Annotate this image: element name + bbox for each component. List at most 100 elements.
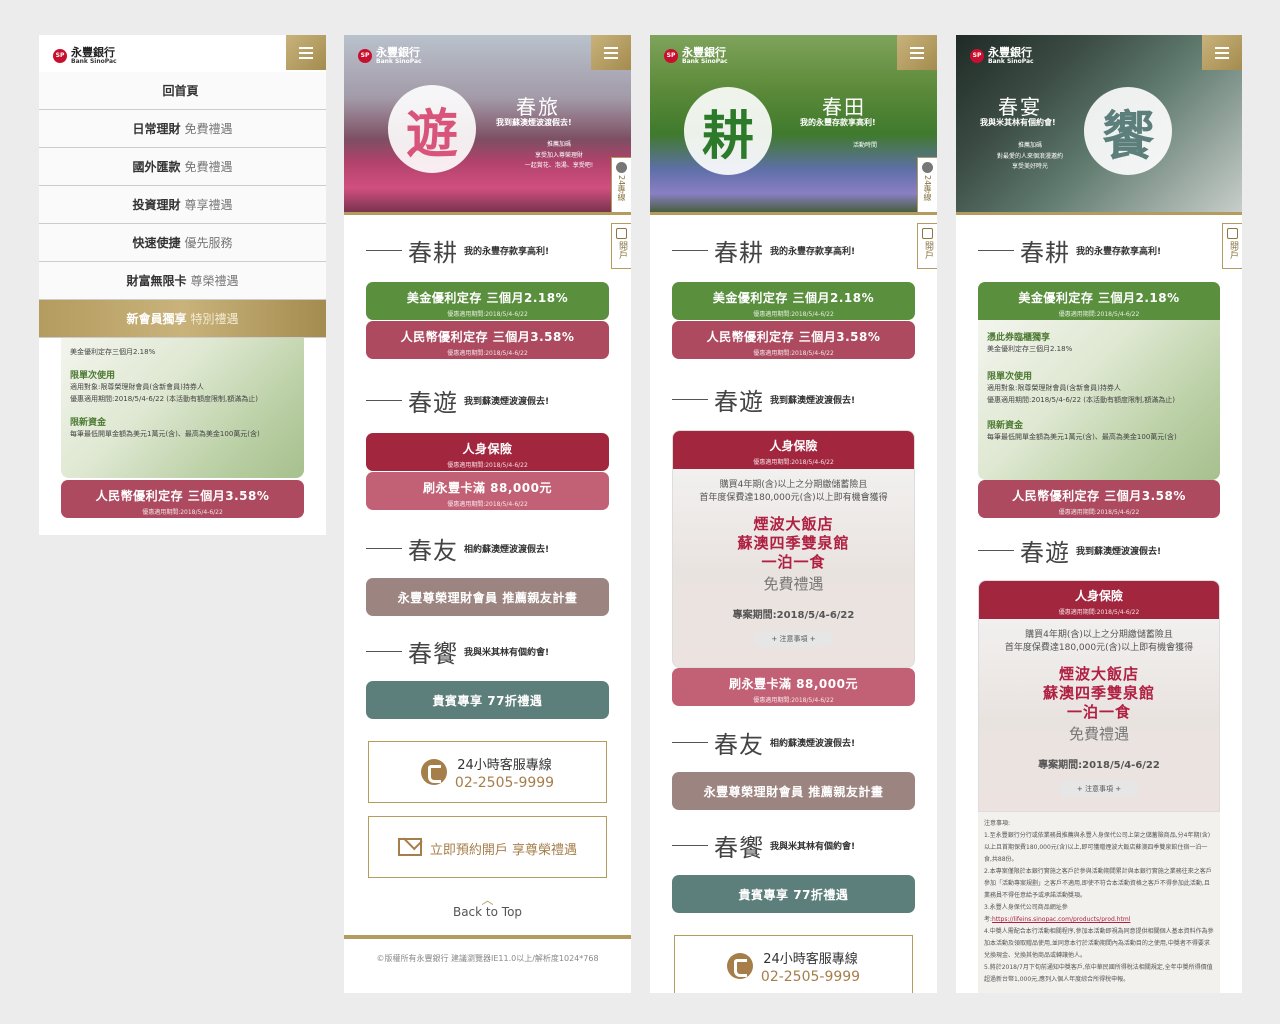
insurance-offer-button[interactable]: 人身保險 優惠適用期間:2018/5/4-6/22 <box>366 433 609 471</box>
section-geng: 春耕 我的永豐存款享高利! <box>978 235 1220 267</box>
logo-mark-icon: SP <box>970 49 984 63</box>
menu-icon[interactable] <box>286 35 326 70</box>
usd-detail-text: 適用對象:限尊榮理財會員(含新會員)持券人 <box>70 383 204 391</box>
member-referral-button[interactable]: 永豐尊榮理財會員 推薦親友計畫 <box>672 772 915 810</box>
open-account-tab[interactable]: 開戶 <box>917 223 937 269</box>
mail-icon <box>922 228 933 239</box>
vip-offer-button[interactable]: 貴賓專享 77折禮遇 <box>672 875 915 913</box>
hotline-tab[interactable]: 24專線 <box>611 157 631 213</box>
card-period: 專案期間:2018/5/4-6/22 <box>1038 760 1160 771</box>
header: SP 永豐銀行 Bank SinoPac <box>344 35 631 70</box>
card-desc: 購買4年期(含)以上之分期繳儲蓄險且 首年度保費達180,000元(含)以上即有… <box>1004 630 1194 653</box>
menu-icon[interactable] <box>1202 35 1242 70</box>
hero-subtitle: 我與米其林有個約會! <box>980 118 1056 127</box>
usd-detail-card: 美金優利定存三個月2.18% 限單次使用 適用對象:限尊榮理財會員(含新會員)持… <box>61 338 304 478</box>
open-account-tab[interactable]: 開戶 <box>611 223 631 269</box>
section-feast: 春饗 我與米其林有個約會! <box>672 830 915 862</box>
open-account-tab[interactable]: 開戶 <box>1222 223 1242 269</box>
rmb-offer-button[interactable]: 人民幣優利定存 三個月3.58% 優惠適用期間:2018/5/4-6/22 <box>366 321 609 359</box>
usd-detail-heading: 憑此券臨櫃獨享 <box>987 333 1051 343</box>
section-you: 春遊 我到蘇澳煙波渡假去! <box>366 385 609 417</box>
hotline-box[interactable]: 24小時客服專線 02-2505-9999 <box>368 741 607 803</box>
hero-title: 春田 <box>822 95 866 119</box>
usd-detail-heading: 限單次使用 <box>70 371 116 381</box>
usd-detail-text: 每筆最低開單金額為美元1萬元(含)、最高為美金100萬元(含) <box>70 430 260 438</box>
rmb-offer-button[interactable]: 人民幣優利定存 三個月3.58% 優惠適用期間:2018/5/4-6/22 <box>978 480 1220 518</box>
usd-detail-text: 每筆最低開單金額為美元1萬元(含)、最高為美金100萬元(含) <box>987 433 1177 441</box>
chevron-up-icon: ︿ <box>481 893 494 907</box>
menu-item-remit[interactable]: 國外匯款 免費禮遇 <box>39 148 326 186</box>
section-you: 春遊 我到蘇澳煙波渡假去! <box>978 535 1220 567</box>
card-highlight: 煙波大飯店 蘇澳四季雙泉館 一泊一食 <box>1042 665 1155 721</box>
hotline-tab[interactable]: 24專線 <box>917 157 937 213</box>
apply-account-box[interactable]: 立即預約開戶 享尊榮禮遇 <box>368 816 607 878</box>
section-geng: 春耕 我的永豐存款享高利! <box>672 235 915 267</box>
usd-detail-text: 美金優利定存三個月2.18% <box>70 348 156 356</box>
menu-item-invest[interactable]: 投資理財 尊享禮遇 <box>39 186 326 224</box>
card-desc: 購買4年期(含)以上之分期繳儲蓄險且 首年度保費達180,000元(含)以上即有… <box>699 480 888 503</box>
section-geng: 春耕 我的永豐存款享高利! <box>366 235 609 267</box>
hero-note-text: 對最愛的人來個浪漫邀約 享受美好時光 <box>996 153 1063 170</box>
hero-note-title: 推薦加碼 <box>1017 142 1042 149</box>
bank-logo[interactable]: SP 永豐銀行 Bank SinoPac <box>358 47 422 65</box>
usd-detail-heading: 限新資金 <box>70 418 107 428</box>
mail-icon <box>616 228 627 239</box>
bank-logo[interactable]: SP 永豐銀行 Bank SinoPac <box>53 47 117 65</box>
hero-note-text: 享受加入尊榮理財 一起賞花、泡湯、享受吧! <box>524 152 594 169</box>
notes-item: 1.至永豐銀行分行或依業務員推薦與永豐人身保代公司上架之儲蓄險商品,分4年期(含… <box>984 832 1211 863</box>
header: SP 永豐銀行 Bank SinoPac <box>956 35 1242 70</box>
phone-spring-travel: 遊 春旅 我到蘇澳煙波渡假去! 推薦加碼 享受加入尊榮理財 一起賞花、泡湯、享受… <box>344 35 631 993</box>
card-free: 免費禮遇 <box>763 575 824 593</box>
notes-panel: 注意事項: 1.至永豐銀行分行或依業務員推薦與永豐人身保代公司上架之儲蓄險商品,… <box>978 812 1220 993</box>
hero-note-title: 推薦加碼 <box>546 141 571 148</box>
card-title: 人身保險 <box>769 439 818 453</box>
hero-note-title: 活動時間 <box>852 142 877 149</box>
usd-detail-text: 美金優利定存三個月2.18% <box>987 345 1073 353</box>
hotline-box[interactable]: 24小時客服專線 02-2505-9999 <box>674 935 913 993</box>
card-offer-button[interactable]: 刷永豐卡滿 88,000元 優惠適用期間:2018/5/4-6/22 <box>672 668 915 706</box>
menu-item-home[interactable]: 回首頁 <box>39 72 326 110</box>
insurance-card[interactable]: 人身保險 優惠適用期間:2018/5/4-6/22 購買4年期(含)以上之分期繳儲… <box>978 580 1220 812</box>
mail-icon <box>397 838 422 856</box>
phone-icon <box>726 953 753 979</box>
notes-link[interactable]: https://lifeins.sinopac.com/products/pro… <box>992 916 1130 923</box>
card-offer-button[interactable]: 刷永豐卡滿 88,000元 優惠適用期間:2018/5/4-6/22 <box>366 472 609 510</box>
hero-title: 春旅 <box>516 95 560 119</box>
phone-icon <box>922 162 933 173</box>
back-to-top[interactable]: ︿ Back to Top <box>344 893 631 919</box>
notes-item: 4.中獎人需配合本行活動相關程序,參加本活動即視為同意提供相關個人基本資料作為參… <box>984 928 1214 959</box>
notes-toggle-button[interactable]: + 注意事項 + <box>753 631 834 647</box>
usd-detail-text: 適用對象:限尊榮理財會員(含新會員)持券人 <box>987 384 1121 392</box>
vip-offer-button[interactable]: 貴賓專享 77折禮遇 <box>366 681 609 719</box>
logo-cn: 永豐銀行 <box>71 46 115 59</box>
bank-logo[interactable]: SP 永豐銀行 Bank SinoPac <box>664 47 728 65</box>
hero-subtitle: 我到蘇澳煙波渡假去! <box>496 118 572 127</box>
menu-item-new-member[interactable]: 新會員獨享 特別禮遇 <box>39 300 326 338</box>
hero-char: 耕 <box>684 87 772 175</box>
notes-title: 注意事項: <box>984 820 1011 827</box>
logo-en: Bank SinoPac <box>71 58 117 65</box>
hero-char: 饗 <box>1084 87 1172 175</box>
section-you: 春遊 我到蘇澳煙波渡假去! <box>672 384 915 416</box>
notes-toggle-button[interactable]: + 注意事項 + <box>1059 781 1139 797</box>
menu-item-daily[interactable]: 日常理財 免費禮遇 <box>39 110 326 148</box>
menu-item-fast[interactable]: 快速使捷 優先服務 <box>39 224 326 262</box>
menu-icon[interactable] <box>591 35 631 70</box>
header: SP 永豐銀行 Bank SinoPac <box>650 35 937 70</box>
menu-icon[interactable] <box>897 35 937 70</box>
bank-logo[interactable]: SP 永豐銀行 Bank SinoPac <box>970 47 1034 65</box>
logo-mark-icon: SP <box>358 49 372 63</box>
section-feast: 春饗 我與米其林有個約會! <box>366 636 609 668</box>
rmb-offer-button[interactable]: 人民幣優利定存 三個月3.58% 優惠適用期間:2018/5/4-6/22 <box>61 480 304 518</box>
member-referral-button[interactable]: 永豐尊榮理財會員 推薦親友計畫 <box>366 578 609 616</box>
rmb-offer-button[interactable]: 人民幣優利定存 三個月3.58% 優惠適用期間:2018/5/4-6/22 <box>672 321 915 359</box>
phone-spring-feast: 饗 春宴 我與米其林有個約會! 推薦加碼 對最愛的人來個浪漫邀約 享受美好時光 … <box>956 35 1242 993</box>
usd-offer-button[interactable]: 美金優利定存 三個月2.18% 優惠適用期間:2018/5/4-6/22 <box>672 282 915 320</box>
insurance-card[interactable]: 人身保險 優惠適用期間:2018/5/4-6/22 購買4年期(含)以上之分期繳儲… <box>672 430 915 668</box>
card-highlight: 煙波大飯店 蘇澳四季雙泉館 一泊一食 <box>737 515 850 571</box>
mail-icon <box>1227 228 1238 239</box>
menu-item-card[interactable]: 財富無限卡 尊榮禮遇 <box>39 262 326 300</box>
logo-mark-icon: SP <box>53 49 67 63</box>
usd-offer-button[interactable]: 美金優利定存 三個月2.18% 優惠適用期間:2018/5/4-6/22 <box>978 282 1220 320</box>
usd-offer-button[interactable]: 美金優利定存 三個月2.18% 優惠適用期間:2018/5/4-6/22 <box>366 282 609 320</box>
